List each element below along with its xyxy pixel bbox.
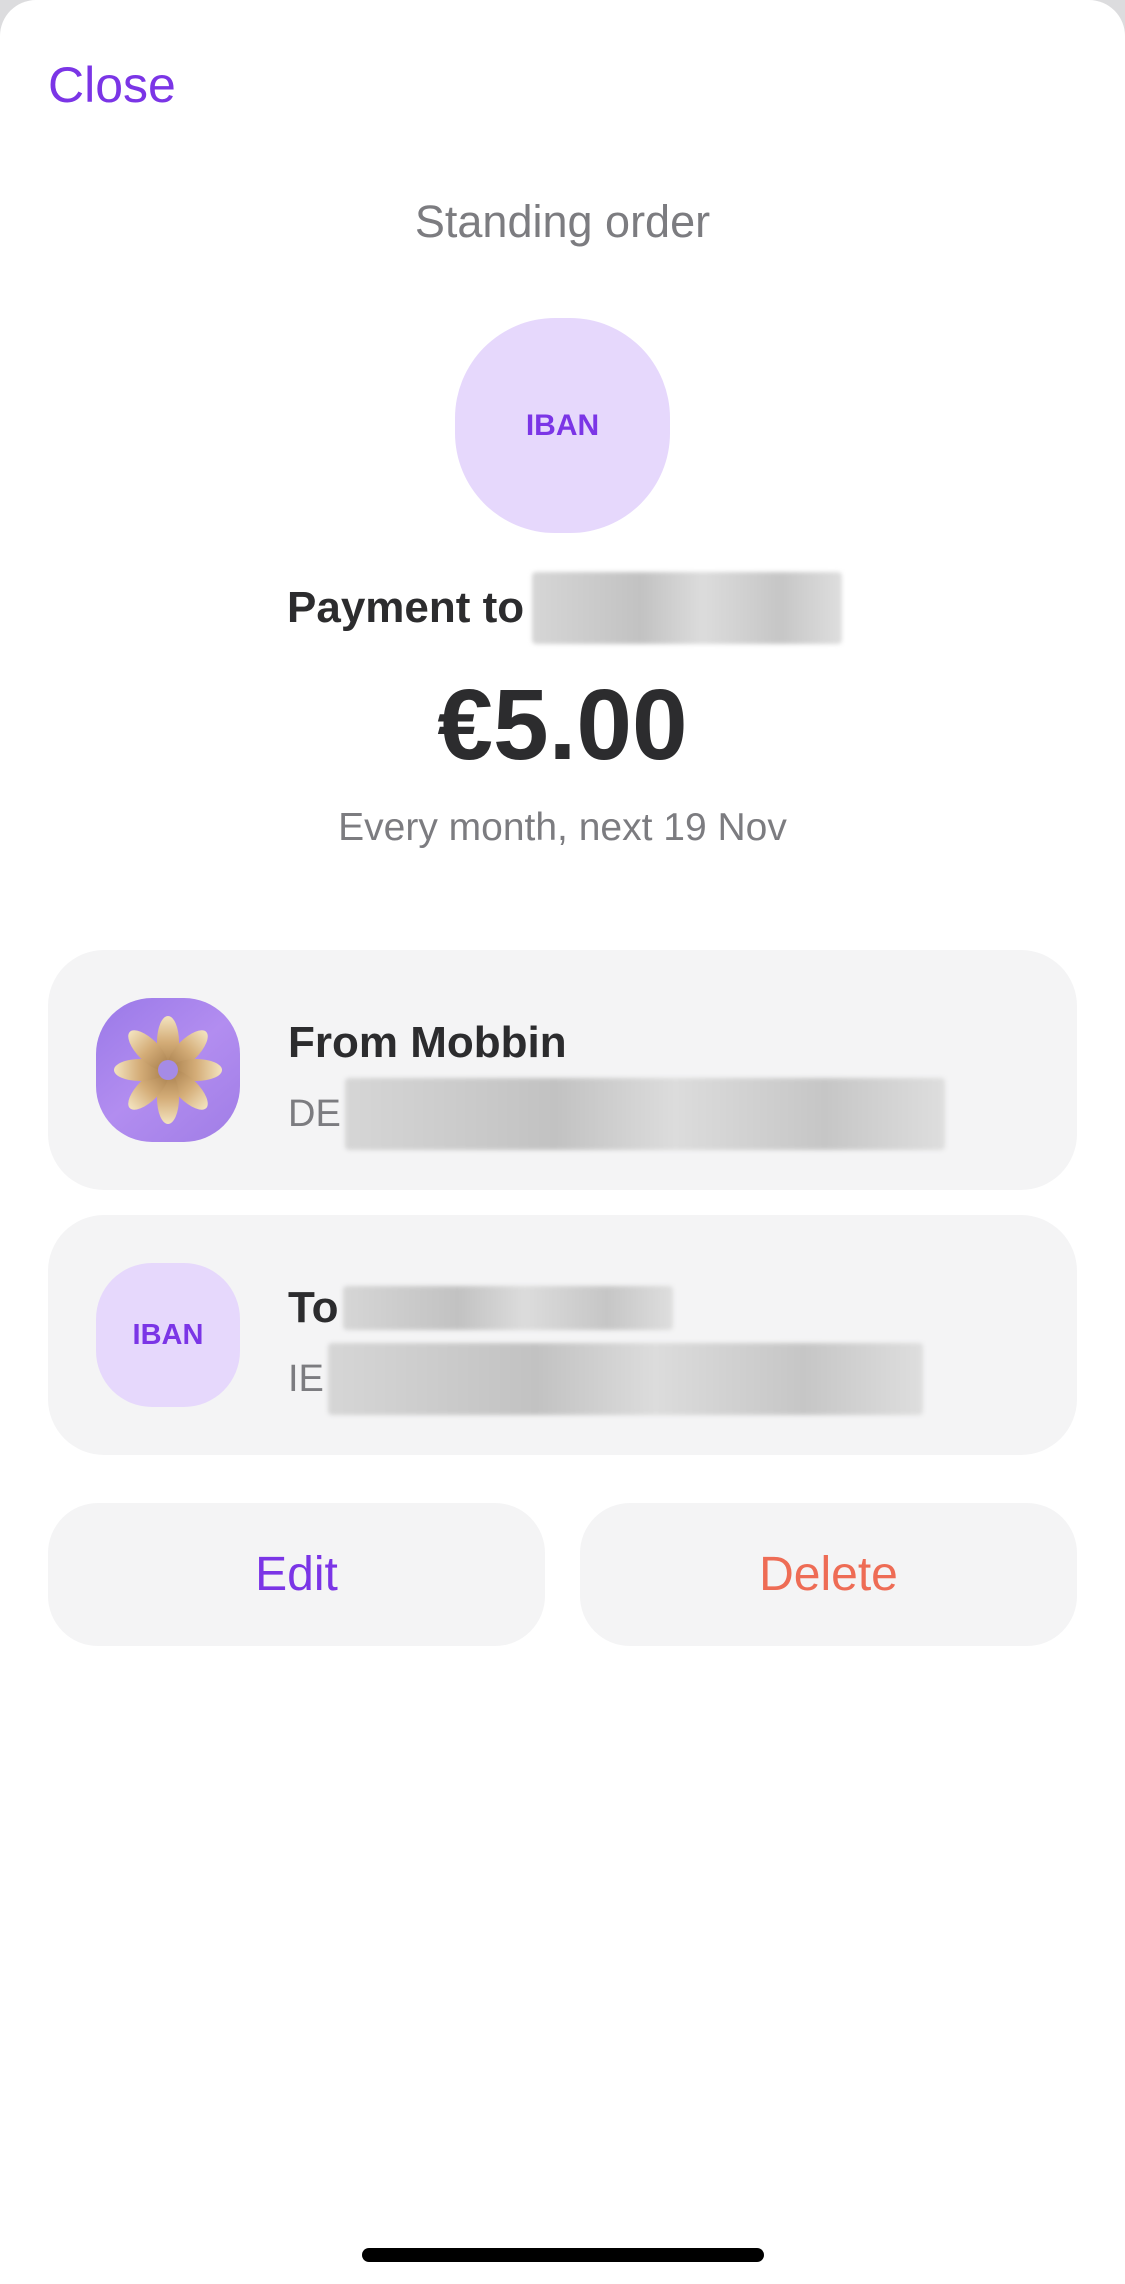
payment-schedule: Every month, next 19 Nov — [338, 806, 787, 849]
iban-icon: IBAN — [525, 408, 600, 442]
redacted-recipient-name — [532, 572, 843, 644]
to-account-name: To — [288, 1283, 673, 1333]
payment-heading-label: Payment to — [287, 583, 525, 632]
standing-order-sheet: Close Standing order IBAN Payment to €5.… — [0, 0, 1125, 2284]
redacted-from-iban — [344, 1078, 945, 1150]
payment-heading: Payment to — [287, 572, 843, 644]
delete-button[interactable]: Delete — [580, 1503, 1077, 1646]
payment-amount: €5.00 — [437, 669, 688, 781]
from-account-card[interactable]: From Mobbin DE — [48, 950, 1077, 1190]
mobbin-flower-icon — [96, 998, 240, 1142]
iban-icon: IBAN — [132, 1318, 204, 1351]
to-account-iban: IE — [288, 1343, 923, 1415]
redacted-to-name — [342, 1286, 673, 1330]
redacted-to-iban — [327, 1343, 923, 1415]
close-button[interactable]: Close — [48, 56, 176, 114]
page-title: Standing order — [414, 196, 711, 247]
to-account-card[interactable]: IBAN To IE — [48, 1215, 1077, 1455]
from-account-iban: DE — [288, 1078, 945, 1150]
to-account-avatar: IBAN — [96, 1263, 240, 1407]
recipient-avatar: IBAN — [455, 318, 670, 533]
from-account-iban-prefix: DE — [288, 1092, 341, 1135]
to-account-iban-prefix: IE — [288, 1357, 324, 1400]
from-account-name: From Mobbin — [288, 1018, 567, 1067]
to-account-name-prefix: To — [288, 1283, 339, 1332]
home-indicator[interactable] — [362, 2248, 764, 2262]
edit-button[interactable]: Edit — [48, 1503, 545, 1646]
